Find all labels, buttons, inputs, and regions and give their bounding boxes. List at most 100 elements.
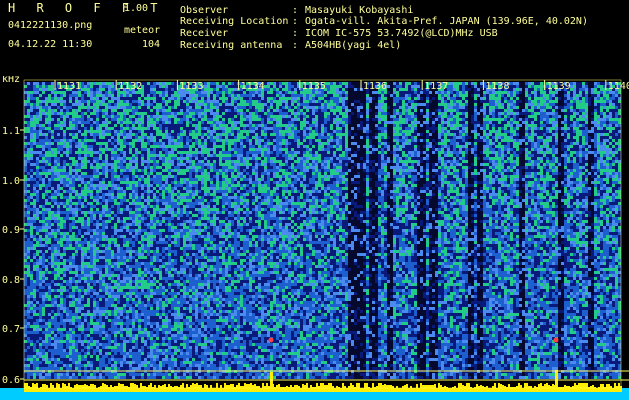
app-version: 1.00 [124, 3, 148, 15]
amplitude-bar [190, 385, 192, 392]
meteor-echo-1 [268, 337, 274, 343]
amplitude-bar [192, 383, 194, 392]
amplitude-bar [144, 386, 146, 392]
amplitude-bar [458, 383, 460, 392]
amplitude-bar [420, 383, 422, 392]
amplitude-bar [100, 386, 102, 392]
amplitude-bar [390, 385, 392, 392]
spectrogram: kHz 1.1 1.0 0.9 0.8 0.7 0.6 1131 1132 1133 1134 113… [0, 76, 629, 400]
amplitude-bar [50, 383, 52, 392]
amplitude-bar [494, 383, 496, 392]
amplitude-bar [298, 386, 300, 392]
amplitude-bar [154, 385, 156, 392]
amplitude-bar [356, 383, 358, 392]
amplitude-bar [404, 385, 406, 392]
amplitude-bar [400, 388, 402, 392]
amplitude-bar [160, 386, 162, 392]
amplitude-bar [478, 386, 480, 392]
y-tick-label: 0.8 [2, 275, 20, 286]
amplitude-bar [468, 383, 470, 392]
amplitude-bar [66, 386, 68, 392]
amplitude-bar [430, 385, 432, 392]
amplitude-bar [206, 385, 208, 392]
amplitude-bar [46, 385, 48, 392]
amplitude-bar [584, 383, 586, 392]
amplitude-bar [36, 383, 38, 392]
amplitude-bar [530, 386, 532, 392]
amplitude-bar [392, 386, 394, 392]
amplitude-bar [150, 383, 152, 392]
amplitude-bar [424, 385, 426, 392]
amplitude-bar [372, 383, 374, 392]
amplitude-bar [522, 388, 524, 392]
x-tick-label: 1132 [118, 81, 142, 92]
amplitude-bar [330, 383, 332, 392]
amplitude-bar [498, 383, 500, 392]
amplitude-bar [380, 383, 382, 392]
amplitude-bar [318, 386, 320, 392]
amplitude-bar [464, 386, 466, 392]
amplitude-bar [386, 385, 388, 392]
amplitude-bar [438, 383, 440, 392]
antenna-value: A504HB(yagi 4el) [305, 40, 401, 52]
amplitude-bar [142, 386, 144, 392]
amplitude-bar [472, 388, 474, 392]
amplitude-bar [360, 388, 362, 392]
amplitude-bar [38, 388, 40, 392]
header-panel: H R O F F T 1.00 0412221130.png meteor 0… [0, 0, 629, 76]
amplitude-bar [466, 383, 468, 392]
amplitude-bar [78, 385, 80, 392]
amplitude-bar [518, 383, 520, 392]
amplitude-bar [60, 388, 62, 392]
file-name: 0412221130.png [8, 20, 92, 32]
amplitude-bar [218, 388, 220, 392]
amplitude-bar [566, 386, 568, 392]
amplitude-bar [290, 385, 292, 392]
y-tick-label: 1.1 [2, 126, 20, 137]
amplitude-bar [296, 385, 298, 392]
amplitude-bar [586, 383, 588, 392]
antenna-label: Receiving antenna [180, 40, 282, 52]
y-tick-label: 0.9 [2, 225, 20, 236]
amplitude-bar [310, 385, 312, 392]
amplitude-bar [226, 385, 228, 392]
amplitude-bar [378, 383, 380, 392]
amplitude-bar [264, 386, 266, 392]
amplitude-bar [486, 386, 488, 392]
amplitude-bar [370, 388, 372, 392]
amplitude-bar [528, 386, 530, 392]
amplitude-bar [432, 385, 434, 392]
amplitude-bar [596, 388, 598, 392]
amplitude-bar [294, 385, 296, 392]
amplitude-bar [334, 388, 336, 392]
y-tick-label: 0.6 [2, 375, 20, 386]
amplitude-bar [202, 388, 204, 392]
amplitude-bar [520, 385, 522, 392]
amplitude-bar [428, 385, 430, 392]
amplitude-bar [74, 385, 76, 392]
amplitude-bar [242, 386, 244, 392]
amplitude-bar [240, 386, 242, 392]
amplitude-bar [388, 385, 390, 392]
amplitude-bar [268, 386, 270, 392]
amplitude-bar [320, 383, 322, 392]
amplitude-bar [572, 386, 574, 392]
amplitude-bar [344, 386, 346, 392]
amplitude-bar [54, 388, 56, 392]
amplitude-bar [106, 385, 108, 392]
amplitude-bar [158, 385, 160, 392]
amplitude-bar [582, 383, 584, 392]
amplitude-bar [326, 385, 328, 392]
amplitude-bar [534, 386, 536, 392]
y-tick-label: 1.0 [2, 176, 20, 187]
detection-mode: meteor [124, 25, 160, 37]
amplitude-bar [358, 383, 360, 392]
amplitude-bar [350, 383, 352, 392]
x-tick-label: 1133 [179, 81, 203, 92]
amplitude-bar [540, 383, 542, 392]
meteor-count: 104 [138, 39, 160, 51]
amplitude-bar [68, 383, 70, 392]
amplitude-bar [456, 388, 458, 392]
amplitude-bar [210, 385, 212, 392]
amplitude-bar [548, 385, 550, 392]
